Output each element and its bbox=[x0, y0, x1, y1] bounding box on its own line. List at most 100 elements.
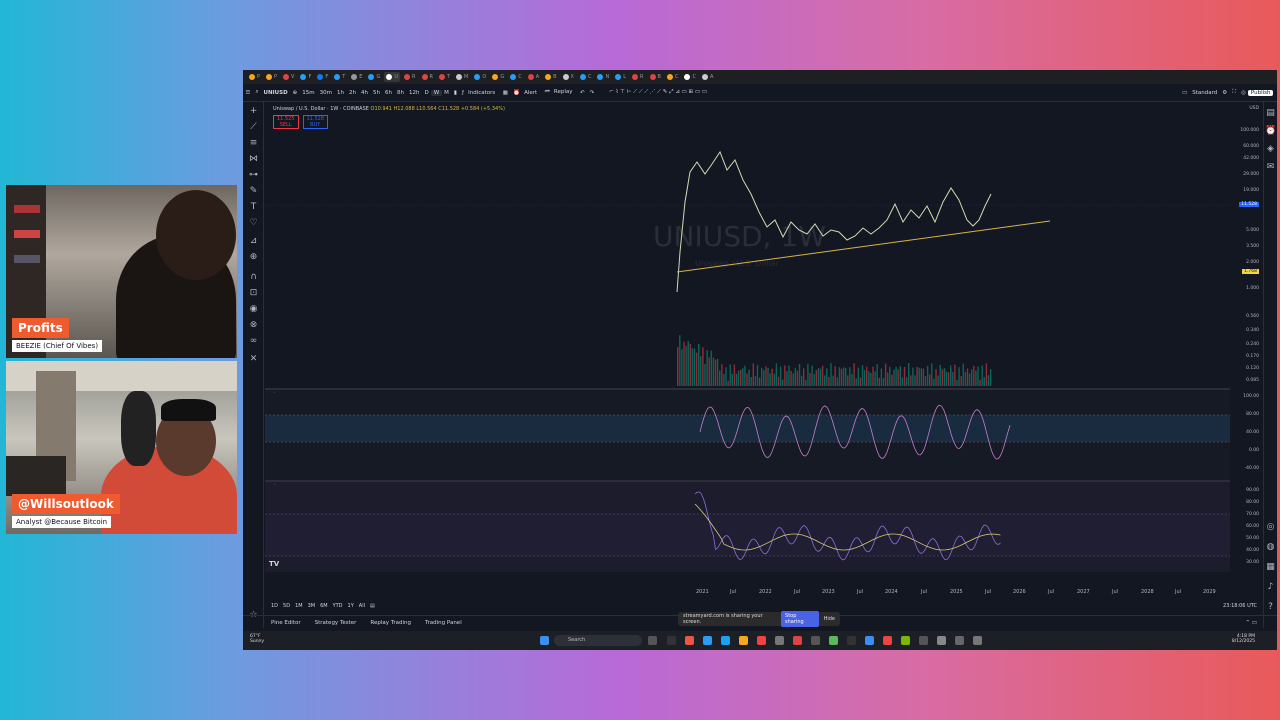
app-icon[interactable] bbox=[973, 636, 982, 645]
app-icon[interactable] bbox=[829, 636, 838, 645]
hide-button[interactable]: Hide bbox=[824, 616, 835, 622]
app-icon[interactable] bbox=[847, 636, 856, 645]
date-range-icon[interactable]: ▤ bbox=[370, 603, 375, 609]
range-5d[interactable]: 5D bbox=[283, 603, 290, 609]
edge-icon[interactable] bbox=[721, 636, 730, 645]
browser-tab[interactable]: F bbox=[315, 72, 330, 82]
trash-icon[interactable]: ✕ bbox=[248, 354, 259, 365]
interval-2h[interactable]: 2h bbox=[346, 90, 358, 96]
explorer-icon[interactable] bbox=[739, 636, 748, 645]
tab-strategy-tester[interactable]: Strategy Tester bbox=[315, 620, 357, 626]
layout-icon[interactable]: ▭ bbox=[1180, 90, 1190, 96]
interval-1h[interactable]: 1h bbox=[334, 90, 346, 96]
magnet-icon[interactable]: ∩ bbox=[248, 272, 259, 283]
app-icon[interactable] bbox=[811, 636, 820, 645]
browser-tab[interactable]: C bbox=[665, 72, 681, 82]
tab-pine-editor[interactable]: Pine Editor bbox=[271, 620, 301, 626]
eye-icon[interactable]: ◉ bbox=[248, 304, 259, 315]
browser-tab[interactable]: P bbox=[264, 72, 279, 82]
rsi-pane-label-icon[interactable]: ◦ bbox=[273, 390, 276, 396]
browser-tab[interactable]: A bbox=[700, 72, 715, 82]
range-3m[interactable]: 3M bbox=[308, 603, 316, 609]
trendline-icon[interactable]: ⟋ bbox=[248, 122, 259, 133]
browser-tab[interactable]: C bbox=[508, 72, 524, 82]
browser-tab[interactable]: C bbox=[682, 72, 698, 82]
interval-8h[interactable]: 8h bbox=[394, 90, 406, 96]
browser-tab[interactable]: L bbox=[613, 72, 628, 82]
browser-tab[interactable]: T bbox=[332, 72, 347, 82]
interval-d[interactable]: D bbox=[422, 90, 431, 96]
range-ytd[interactable]: YTD bbox=[333, 603, 343, 609]
range-1d[interactable]: 1D bbox=[271, 603, 278, 609]
templates-icon[interactable]: ▦ bbox=[500, 90, 510, 96]
range-6m[interactable]: 6M bbox=[320, 603, 328, 609]
notification-icon[interactable]: ♪ bbox=[1265, 582, 1276, 593]
browser-tab[interactable]: F bbox=[298, 72, 313, 82]
ruler-icon[interactable]: ⊿ bbox=[248, 236, 259, 247]
globe-icon[interactable]: ◍ bbox=[1265, 542, 1276, 553]
taskbar-clock[interactable]: 4:18 PM 8/12/2025 bbox=[1232, 634, 1255, 644]
target-icon[interactable]: ◎ bbox=[1265, 522, 1276, 533]
brush-icon[interactable]: ✎ bbox=[248, 186, 259, 197]
zoom-icon[interactable]: ⊕ bbox=[248, 252, 259, 263]
price-chart[interactable]: UNIUSD, 1W Uniswap / U.S. Dollar TV ◦ ◦ bbox=[265, 102, 1230, 598]
undo-icon[interactable]: ↶ bbox=[578, 90, 588, 96]
alert-button[interactable]: ⏰ Alert bbox=[511, 90, 543, 96]
sell-button[interactable]: 11.525 SELL bbox=[273, 115, 299, 129]
browser-tab[interactable]: G bbox=[490, 72, 506, 82]
chrome-icon[interactable] bbox=[757, 636, 766, 645]
price-axis[interactable]: USD 100.000 60.000 42.000 29.000 19.000 … bbox=[1230, 102, 1263, 598]
symbol-title[interactable]: Uniswap / U.S. Dollar · 1W · COINBASE bbox=[273, 106, 369, 112]
redo-icon[interactable]: ↷ bbox=[587, 90, 597, 96]
browser-tab[interactable]: B bbox=[648, 72, 663, 82]
app-icon[interactable] bbox=[775, 636, 784, 645]
browser-tab[interactable]: A bbox=[526, 72, 541, 82]
watchlist-panel-icon[interactable]: ▤ bbox=[1265, 108, 1276, 119]
interval-w[interactable]: W bbox=[431, 89, 442, 96]
start-icon[interactable] bbox=[540, 636, 549, 645]
heart-icon[interactable]: ♡ bbox=[248, 218, 259, 229]
app-icon[interactable] bbox=[685, 636, 694, 645]
forecast-icon[interactable]: ⊶ bbox=[248, 170, 259, 181]
replay-button[interactable]: ⏮ Replay bbox=[542, 89, 577, 96]
indicators-button[interactable]: ƒ Indicators bbox=[459, 90, 500, 96]
buy-button[interactable]: 11.528 BUY bbox=[302, 115, 328, 129]
range-1y[interactable]: 1Y bbox=[348, 603, 354, 609]
range-1m[interactable]: 1M bbox=[295, 603, 303, 609]
lock-icon[interactable]: ⊡ bbox=[248, 288, 259, 299]
browser-tab[interactable]: G bbox=[366, 72, 382, 82]
browser-tab[interactable]: R bbox=[420, 72, 435, 82]
chat-panel-icon[interactable]: ✉ bbox=[1265, 162, 1276, 173]
layout-label[interactable]: Standard bbox=[1190, 90, 1220, 96]
candle-type-icon[interactable]: ▮ bbox=[451, 90, 459, 96]
browser-tab[interactable]: C bbox=[578, 72, 594, 82]
browser-tab[interactable]: P bbox=[247, 72, 262, 82]
interval-12h[interactable]: 12h bbox=[406, 90, 421, 96]
browser-tab[interactable]: N bbox=[595, 72, 611, 82]
interval-4h[interactable]: 4h bbox=[358, 90, 370, 96]
link-icon[interactable]: ∞ bbox=[248, 336, 259, 347]
app-icon[interactable] bbox=[703, 636, 712, 645]
taskbar-search[interactable]: Search bbox=[554, 635, 642, 646]
interval-5h[interactable]: 5h bbox=[370, 90, 382, 96]
alerts-panel-icon[interactable]: ⏰ bbox=[1265, 126, 1276, 137]
nvidia-icon[interactable] bbox=[901, 636, 910, 645]
range-all[interactable]: All bbox=[359, 603, 365, 609]
browser-tab[interactable]: O bbox=[472, 72, 488, 82]
interval-m[interactable]: M bbox=[442, 90, 452, 96]
app-icon[interactable] bbox=[919, 636, 928, 645]
search-icon[interactable]: ⌕ bbox=[253, 89, 261, 96]
app-icon[interactable] bbox=[955, 636, 964, 645]
app-icon[interactable] bbox=[883, 636, 892, 645]
time-axis[interactable]: 2021 Jul 2022 Jul 2023 Jul 2024 Jul 2025… bbox=[265, 587, 1230, 599]
app-icon[interactable] bbox=[937, 636, 946, 645]
taskview-icon[interactable] bbox=[648, 636, 657, 645]
interval-6h[interactable]: 6h bbox=[382, 90, 394, 96]
tab-replay-trading[interactable]: Replay Trading bbox=[370, 620, 411, 626]
crosshair-icon[interactable]: + bbox=[248, 106, 259, 117]
menu-icon[interactable]: ☰ bbox=[243, 90, 253, 96]
camera-icon[interactable]: ◎ bbox=[1239, 90, 1249, 96]
fib-icon[interactable]: ≡ bbox=[248, 138, 259, 149]
interval-15m[interactable]: 15m bbox=[300, 90, 317, 96]
browser-tab[interactable]: R bbox=[402, 72, 417, 82]
